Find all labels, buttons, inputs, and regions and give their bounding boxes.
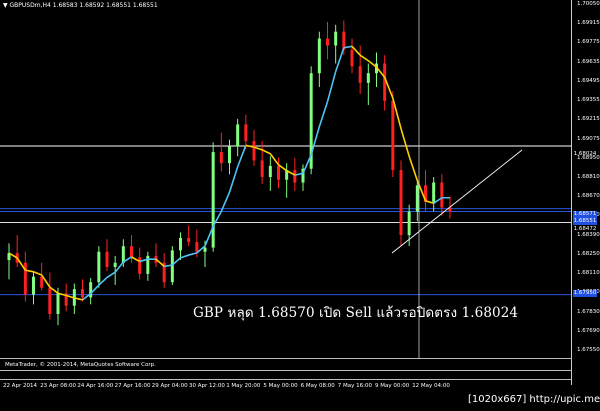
time-axis-label: 7 May 16:00 xyxy=(337,383,373,389)
symbol-info: ▼ GBPUSDm,H4 1.68583 1.68592 1.68551 1.6… xyxy=(3,2,158,9)
subwindow-divider xyxy=(0,379,572,380)
time-axis-label: 29 Apr 04:00 xyxy=(151,383,188,389)
price-tag-current: 1.68571 xyxy=(573,211,597,218)
time-axis-label: 6 May 08:00 xyxy=(300,383,335,389)
price-axis-label: 1.70050 xyxy=(577,1,600,7)
price-tag-lower: 1.68472 xyxy=(573,226,597,232)
time-axis-label: 30 Apr 12:00 xyxy=(189,383,225,389)
price-axis-label: 1.69635 xyxy=(577,58,600,65)
price-axis-label: 1.67830 xyxy=(577,308,600,315)
time-axis-label: 5 May 00:00 xyxy=(263,383,298,389)
time-axis-label: 23 Apr 08:00 xyxy=(40,383,77,389)
subwindow-divider xyxy=(0,370,572,371)
price-axis-label: 1.69355 xyxy=(577,97,600,104)
price-axis-label: 1.68250 xyxy=(577,250,600,257)
trade-annotation: GBP หลุด 1.68570 เปิด Sell แล้วรอปิดตรง … xyxy=(193,305,519,321)
price-tag-level: 1.67950 xyxy=(573,290,597,297)
copyright-text: MetaTrader, © 2001-2014, MetaQuotes Soft… xyxy=(5,362,156,368)
subwindow-divider xyxy=(0,358,572,359)
price-axis-label: 1.68810 xyxy=(577,174,600,180)
price-axis-label: 1.69775 xyxy=(577,39,600,46)
price-tag-h-line: 1.68024 xyxy=(573,151,597,157)
watermark: [1020x667] http://upic.me/ xyxy=(468,394,600,405)
price-axis-label: 1.68670 xyxy=(577,193,600,200)
time-axis-label: 1 May 20:00 xyxy=(226,383,261,389)
price-axis-label: 1.67690 xyxy=(577,327,600,334)
chart-border xyxy=(0,0,572,385)
price-axis-label: 1.69075 xyxy=(577,135,600,142)
price-axis-label: 1.69495 xyxy=(577,77,600,84)
price-axis-label: 1.69215 xyxy=(577,116,600,123)
time-axis-label: 12 May 04:00 xyxy=(412,383,450,389)
time-axis-label: 24 Apr 16:00 xyxy=(77,383,114,389)
price-axis-label: 1.68110 xyxy=(577,270,600,277)
chart-window: ▼ GBPUSDm,H4 1.68583 1.68592 1.68551 1.6… xyxy=(0,0,600,411)
price-tag-bid: 1.68551 xyxy=(573,218,597,225)
time-axis-label: 22 Apr 2014 xyxy=(3,383,38,389)
time-axis-label: 27 Apr 16:00 xyxy=(114,383,151,389)
price-axis-label: 1.67550 xyxy=(577,347,600,353)
price-axis-label: 1.69915 xyxy=(577,20,600,27)
time-axis-label: 9 May 00:00 xyxy=(375,383,410,389)
